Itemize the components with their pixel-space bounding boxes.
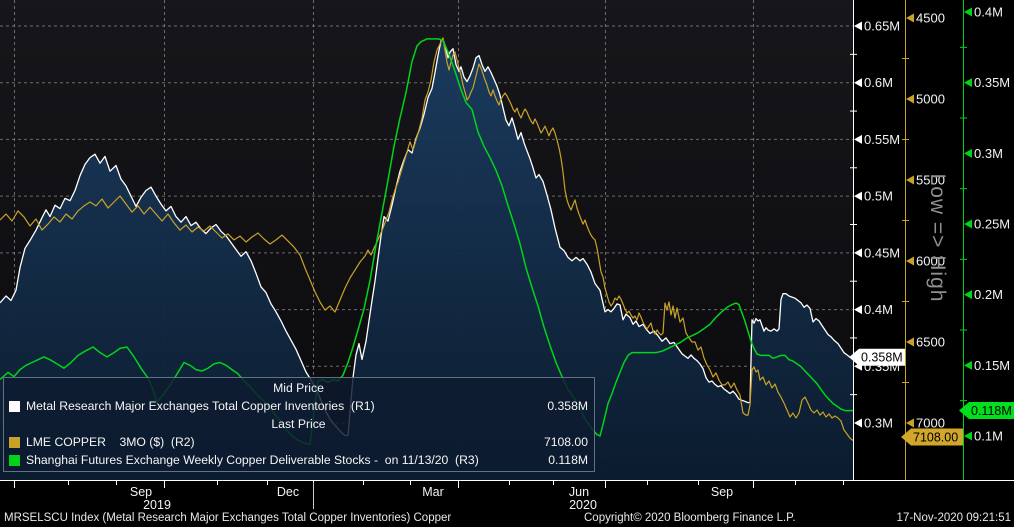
inventories-swatch-icon — [9, 400, 20, 412]
tick-arrow-icon — [854, 418, 862, 428]
x-month-label: Jun — [569, 485, 589, 499]
legend-row-inventories[interactable]: Metal Research Major Exchanges Total Cop… — [9, 398, 588, 415]
tick-arrow-icon — [906, 175, 914, 185]
tick-label-r3: 0.1M — [974, 429, 1003, 444]
tick-arrow-icon — [854, 191, 862, 201]
tick-label-r2: 6500 — [916, 335, 945, 350]
tick-arrow-icon — [964, 7, 972, 17]
status-bar: MRSELSCU Index (Metal Research Major Exc… — [0, 510, 1014, 527]
tick-arrow-icon — [906, 256, 914, 266]
tick-label-r1: 0.3M — [864, 416, 893, 431]
tick-arrow-icon — [906, 94, 914, 104]
tick-arrow-icon — [854, 305, 862, 315]
legend-label: Shanghai Futures Exchange Weekly Copper … — [26, 453, 479, 468]
tick-arrow-icon — [964, 219, 972, 229]
tick-label-r3: 0.35M — [974, 75, 1010, 90]
tick-arrow-icon — [854, 21, 862, 31]
chart-legend[interactable]: Mid Price Metal Research Major Exchanges… — [3, 377, 595, 472]
legend-mid-price-header: Mid Price — [273, 380, 324, 395]
badge-label: 7108.00 — [913, 431, 958, 445]
tick-arrow-icon — [964, 148, 972, 158]
tick-label-r3: 0.25M — [974, 217, 1010, 232]
tick-arrow-icon — [854, 78, 862, 88]
x-year-label: 2020 — [569, 498, 597, 510]
badge-label: 0.358M — [861, 351, 903, 365]
x-month-label: Sep — [130, 485, 152, 499]
tick-label-r2: 5000 — [916, 92, 945, 107]
tick-label-r1: 0.4M — [864, 302, 893, 317]
tick-arrow-icon — [964, 360, 972, 370]
timestamp: 17-Nov-2020 09:21:51 — [896, 512, 1011, 524]
tick-label-r1: 0.6M — [864, 75, 893, 90]
ticker-description: MRSELSCU Index (Metal Research Major Exc… — [4, 512, 452, 524]
tick-arrow-icon — [906, 13, 914, 23]
tick-arrow-icon — [906, 418, 914, 428]
tick-label-r3: 0.3M — [974, 146, 1003, 161]
tick-label-r2: 4500 — [916, 11, 945, 26]
x-year-label: 2019 — [143, 498, 171, 510]
legend-label: Metal Research Major Exchanges Total Cop… — [26, 398, 375, 413]
badge-label: 0.118M — [971, 404, 1012, 418]
tick-arrow-icon — [964, 290, 972, 300]
axis-direction-label: Low => High — [926, 174, 949, 303]
x-month-label: Mar — [422, 485, 444, 499]
legend-value: 7108.00 — [543, 435, 588, 450]
tick-label-r1: 0.45M — [864, 245, 900, 260]
legend-row-lme-copper[interactable]: LME COPPER 3MO ($) (R2) 7108.00 — [9, 434, 588, 451]
x-month-label: Sep — [711, 485, 733, 499]
tick-label-r3: 0.4M — [974, 5, 1003, 20]
tick-arrow-icon — [906, 337, 914, 347]
tick-label-r1: 0.55M — [864, 132, 900, 147]
tick-arrow-icon — [854, 134, 862, 144]
legend-label: LME COPPER 3MO ($) (R2) — [26, 435, 195, 450]
copyright-text: Copyright© 2020 Bloomberg Finance L.P. — [584, 512, 796, 524]
lme-copper-swatch-icon — [9, 437, 20, 449]
legend-last-price-header: Last Price — [271, 416, 326, 431]
tick-label-r1: 0.5M — [864, 189, 893, 204]
tick-arrow-icon — [964, 78, 972, 88]
tick-arrow-icon — [854, 248, 862, 258]
legend-value: 0.358M — [547, 398, 588, 413]
tick-label-r3: 0.2M — [974, 287, 1003, 302]
legend-row-shanghai-stocks[interactable]: Shanghai Futures Exchange Weekly Copper … — [9, 452, 588, 469]
x-month-label: Dec — [277, 485, 299, 499]
tick-label-r2: 7000 — [916, 416, 945, 431]
x-axis: Sep Dec Mar Jun Sep2019 2020 — [0, 480, 1014, 510]
bloomberg-terminal-chart-window: 0.65M 0.6M 0.55M 0.5M 0.45M 0.4M 0.35M 0.3M 4500… — [0, 0, 1014, 527]
tick-label-r1: 0.65M — [864, 19, 900, 34]
shanghai-stocks-swatch-icon — [9, 455, 20, 467]
tick-label-r3: 0.15M — [974, 358, 1010, 373]
legend-value: 0.118M — [548, 453, 588, 468]
tick-arrow-icon — [964, 431, 972, 441]
